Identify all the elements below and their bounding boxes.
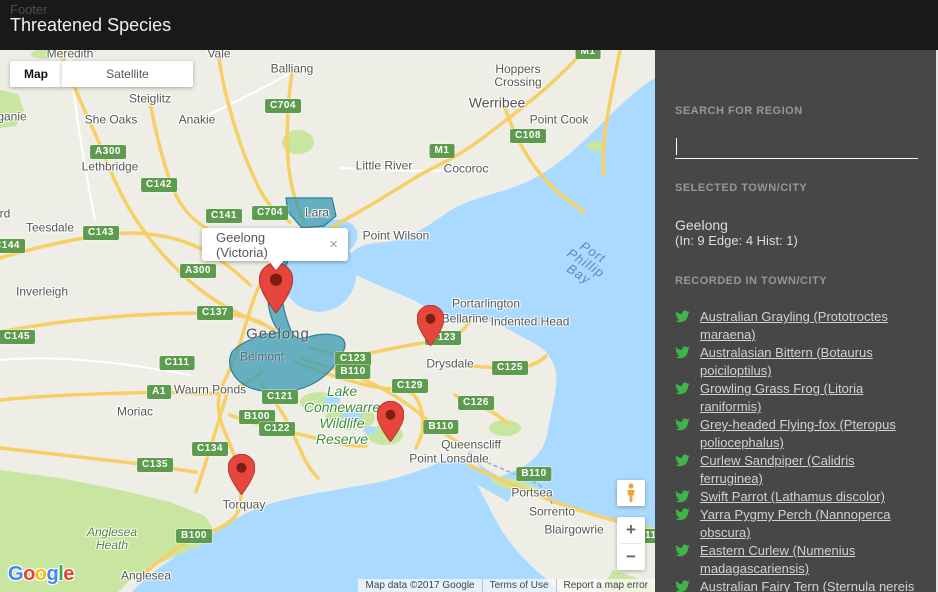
bird-icon xyxy=(675,508,690,521)
search-input[interactable] xyxy=(675,135,918,157)
pegman-icon xyxy=(625,483,637,503)
sidebar: SEARCH FOR REGION SELECTED TOWN/CITY Gee… xyxy=(655,50,938,592)
bird-icon xyxy=(675,544,690,557)
map-marker[interactable] xyxy=(377,401,404,447)
bird-icon xyxy=(675,382,690,395)
google-logo-letter: G xyxy=(8,563,23,585)
recorded-in-label: RECORDED IN TOWN/CITY xyxy=(675,275,918,287)
species-list-item: Yarra Pygmy Perch (Nannoperca obscura) xyxy=(675,506,918,542)
info-window-tail xyxy=(268,260,284,270)
map-type-button-map[interactable]: Map xyxy=(10,61,62,87)
map-marker[interactable] xyxy=(417,305,444,351)
map-attribution: Map data ©2017 Google Terms of Use Repor… xyxy=(358,579,655,592)
species-list-item: Growling Grass Frog (Litoria raniformis) xyxy=(675,380,918,416)
species-list-item: Eastern Curlew (Numenius madagascariensi… xyxy=(675,542,918,578)
selected-town-label: SELECTED TOWN/CITY xyxy=(675,182,918,194)
search-input-wrap xyxy=(675,135,918,159)
close-icon[interactable]: × xyxy=(319,236,348,253)
map-canvas[interactable]: MeredithValeBalliangganieSteiglitzShe Oa… xyxy=(0,50,655,592)
species-link[interactable]: Australian Grayling (Prototroctes maraen… xyxy=(700,309,888,342)
map-type-button-satellite[interactable]: Satellite xyxy=(62,61,193,87)
species-link[interactable]: Australian Fairy Tern (Sternula nereis n… xyxy=(700,579,914,592)
google-logo-letter: o xyxy=(35,563,47,585)
search-region-label: SEARCH FOR REGION xyxy=(675,105,918,117)
bird-icon xyxy=(675,346,690,359)
map-marker[interactable] xyxy=(228,454,255,500)
zoom-control: + − xyxy=(617,517,645,570)
terms-of-use-link[interactable]: Terms of Use xyxy=(482,579,556,592)
species-link[interactable]: Australasian Bittern (Botaurus poicilopt… xyxy=(700,345,873,378)
species-list-item: Australian Fairy Tern (Sternula nereis n… xyxy=(675,578,918,592)
species-list-item: Grey-headed Flying-fox (Pteropus polioce… xyxy=(675,416,918,452)
street-view-pegman-button[interactable] xyxy=(617,480,645,506)
species-list-item: Australian Grayling (Prototroctes maraen… xyxy=(675,308,918,344)
bird-icon xyxy=(675,310,690,323)
species-link[interactable]: Growling Grass Frog (Litoria raniformis) xyxy=(700,381,863,414)
bird-icon xyxy=(675,580,690,592)
page-title: Threatened Species xyxy=(10,15,171,36)
recorded-species-list: Australian Grayling (Prototroctes maraen… xyxy=(675,308,918,592)
species-link[interactable]: Eastern Curlew (Numenius madagascariensi… xyxy=(700,543,855,576)
species-list-item: Curlew Sandpiper (Calidris ferruginea) xyxy=(675,452,918,488)
map-marker[interactable] xyxy=(259,263,293,318)
google-logo-letter: g xyxy=(47,563,59,585)
species-list-item: Swift Parrot (Lathamus discolor) xyxy=(675,488,918,506)
bird-icon xyxy=(675,418,690,431)
selected-town-stats: (In: 9 Edge: 4 Hist: 1) xyxy=(675,233,918,248)
zoom-out-button[interactable]: − xyxy=(617,544,645,570)
species-link[interactable]: Grey-headed Flying-fox (Pteropus polioce… xyxy=(700,417,896,450)
info-window: Geelong (Victoria) × xyxy=(202,228,348,261)
google-logo[interactable]: Google xyxy=(8,563,74,586)
text-caret xyxy=(676,138,677,155)
map-data-attribution: Map data ©2017 Google xyxy=(358,579,481,592)
bird-icon xyxy=(675,454,690,467)
species-link[interactable]: Curlew Sandpiper (Calidris ferruginea) xyxy=(700,453,855,486)
report-map-error-link[interactable]: Report a map error xyxy=(556,579,655,592)
app-header: Footer Threatened Species xyxy=(0,0,938,50)
bird-icon xyxy=(675,490,690,503)
selected-town-name: Geelong xyxy=(675,217,918,233)
page: MeredithValeBalliangganieSteiglitzShe Oa… xyxy=(0,0,938,592)
species-list-item: Australasian Bittern (Botaurus poicilopt… xyxy=(675,344,918,380)
zoom-in-button[interactable]: + xyxy=(617,517,645,543)
google-logo-letter: e xyxy=(63,563,74,585)
species-link[interactable]: Swift Parrot (Lathamus discolor) xyxy=(700,489,885,504)
google-logo-letter: o xyxy=(23,563,35,585)
info-window-title: Geelong (Victoria) xyxy=(202,230,319,260)
map-base-art xyxy=(0,50,655,592)
species-link[interactable]: Yarra Pygmy Perch (Nannoperca obscura) xyxy=(700,507,891,540)
